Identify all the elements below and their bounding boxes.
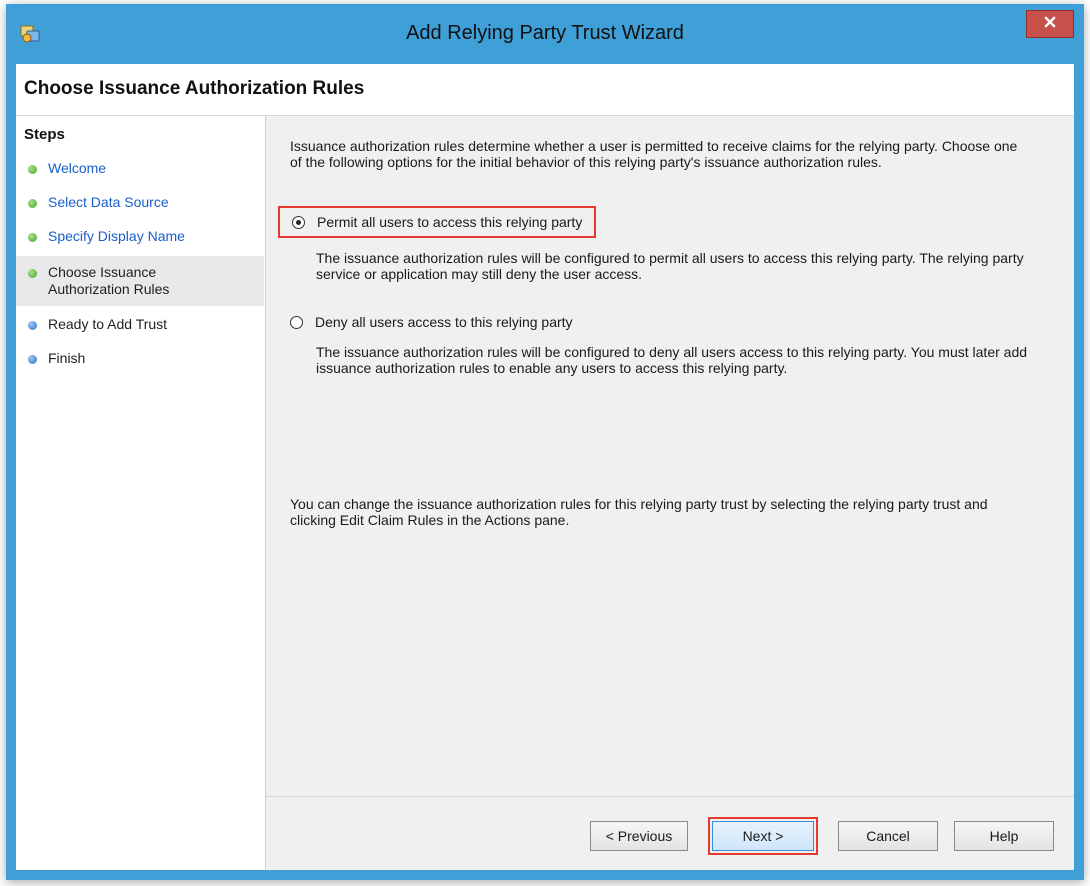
wizard-client-area: Choose Issuance Authorization Rules Step… [16,64,1074,870]
step-complete-icon [28,199,37,208]
permit-option-description: The issuance authorization rules will be… [316,250,1024,282]
deny-all-users-radio[interactable]: Deny all users access to this relying pa… [278,306,585,338]
steps-heading: Steps [24,126,65,143]
wizard-window: Add Relying Party Trust Wizard Choose Is… [6,4,1084,880]
step-label: Specify Display Name [48,228,185,244]
button-bar: < Previous Next > Cancel Help [266,796,1074,870]
steps-pane: Steps Welcome Select Data Source Specify… [16,116,266,870]
step-label: Select Data Source [48,194,169,210]
step-current-icon [28,269,37,278]
title-bar[interactable]: Add Relying Party Trust Wizard [6,4,1084,64]
page-header: Choose Issuance Authorization Rules [16,64,1074,116]
step-label: Welcome [48,160,107,176]
permit-all-users-radio[interactable]: Permit all users to access this relying … [278,206,597,238]
step-label: Choose Issuance Authorization Rules [48,264,170,297]
page-title: Choose Issuance Authorization Rules [24,78,365,99]
help-button[interactable]: Help [954,821,1054,851]
next-button[interactable]: Next > [708,817,818,855]
step-ready-to-add-trust: Ready to Add Trust [16,316,264,333]
radio-unselected-icon[interactable] [290,315,303,329]
step-welcome[interactable]: Welcome [16,160,264,177]
window-title: Add Relying Party Trust Wizard [406,22,684,44]
edit-rules-note: You can change the issuance authorizatio… [290,496,988,528]
step-pending-icon [28,355,37,364]
step-complete-icon [28,165,37,174]
close-button[interactable] [1026,10,1074,38]
previous-button[interactable]: < Previous [590,821,688,851]
step-label: Finish [48,350,86,366]
option-label: Deny all users access to this relying pa… [315,314,573,330]
step-finish: Finish [16,350,264,367]
step-select-data-source[interactable]: Select Data Source [16,194,264,211]
step-label: Ready to Add Trust [48,316,168,332]
radio-selected-icon[interactable] [292,215,305,229]
close-icon [1044,15,1056,33]
intro-text: Issuance authorization rules determine w… [290,138,1018,170]
option-label: Permit all users to access this relying … [317,214,583,230]
deny-option-description: The issuance authorization rules will be… [316,344,1028,376]
main-content: Issuance authorization rules determine w… [266,116,1074,796]
step-pending-icon [28,321,37,330]
step-specify-display-name[interactable]: Specify Display Name [16,228,264,245]
step-choose-issuance-authorization-rules: Choose Issuance Authorization Rules [16,256,264,306]
step-complete-icon [28,233,37,242]
cancel-button[interactable]: Cancel [838,821,938,851]
